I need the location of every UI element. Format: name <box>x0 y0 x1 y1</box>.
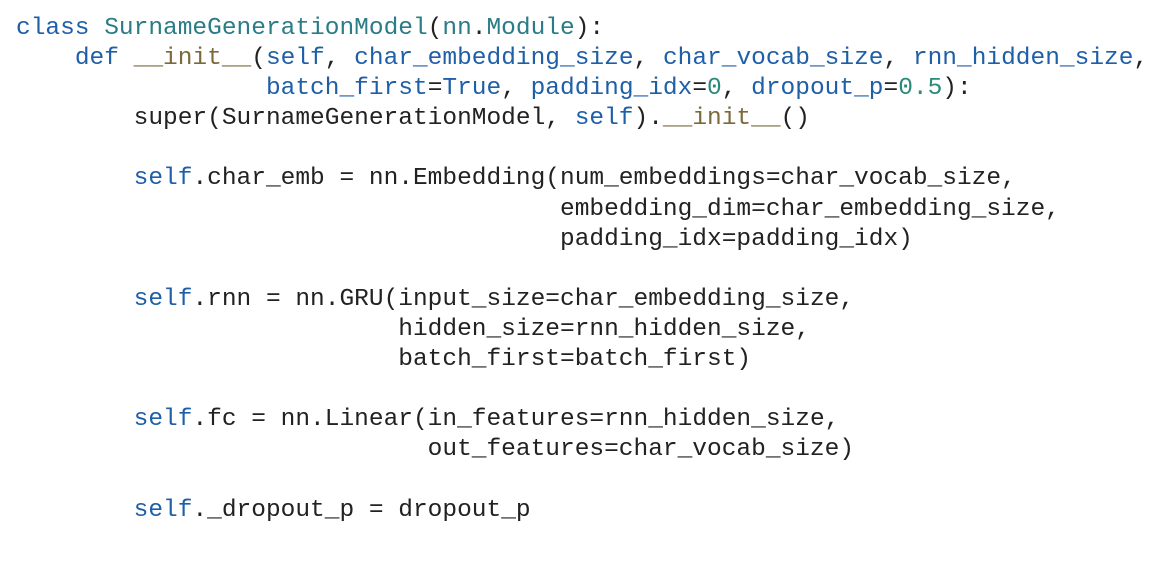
code-line: self.fc = nn.Linear(in_features=rnn_hidd… <box>16 405 1148 435</box>
code-token: Module <box>486 15 575 42</box>
code-token: .rnn = nn.GRU(input_size=char_embedding_… <box>192 285 855 313</box>
code-token: super(SurnameGenerationModel, <box>16 105 575 133</box>
code-token: .char_emb = nn.Embedding(num_embeddings=… <box>192 165 1016 193</box>
code-token: embedding_dim=char_embedding_size, <box>16 195 1060 223</box>
code-token: .fc = nn.Linear(in_features=rnn_hidden_s… <box>192 406 840 434</box>
code-token: 0 <box>707 75 722 103</box>
code-line: class SurnameGenerationModel(nn.Module): <box>16 14 1148 44</box>
code-token: ). <box>633 105 663 133</box>
code-token: ._dropout_p = dropout_p <box>192 496 531 524</box>
code-token: . <box>471 15 487 42</box>
code-line: padding_idx=padding_idx) <box>16 225 1148 255</box>
code-line: self.char_emb = nn.Embedding(num_embeddi… <box>16 164 1148 194</box>
code-line: batch_first=True, padding_idx=0, dropout… <box>16 74 1148 104</box>
code-token: 0.5 <box>898 75 943 103</box>
code-token: , <box>324 45 355 73</box>
code-token: = <box>692 75 708 103</box>
code-token: , <box>633 45 663 73</box>
code-token: , <box>721 75 752 103</box>
code-token: batch_first=batch_first) <box>16 346 752 374</box>
code-line: self.rnn = nn.GRU(input_size=char_embedd… <box>16 285 1148 315</box>
code-token: ( <box>427 15 443 42</box>
code-token: self <box>265 45 325 73</box>
code-token: SurnameGenerationModel <box>104 15 428 42</box>
code-token: ): <box>942 75 972 103</box>
code-token: __init__ <box>662 105 781 133</box>
code-token: padding_idx=padding_idx) <box>16 225 913 253</box>
code-token: = <box>883 75 899 103</box>
code-token: def <box>74 45 119 73</box>
code-token: char_vocab_size <box>662 45 884 73</box>
code-token: dropout_p <box>751 75 884 103</box>
code-line: batch_first=batch_first) <box>16 345 1148 375</box>
code-token: self <box>133 165 193 193</box>
code-token: , <box>1133 45 1149 73</box>
code-listing: class SurnameGenerationModel(nn.Module):… <box>16 14 1148 526</box>
code-line: hidden_size=rnn_hidden_size, <box>16 315 1148 345</box>
code-token: True <box>442 75 502 103</box>
code-token: class <box>16 15 90 42</box>
code-token: () <box>780 105 810 133</box>
code-token: , <box>883 45 913 73</box>
code-token: self <box>133 496 193 524</box>
code-token: hidden_size=rnn_hidden_size, <box>16 315 810 343</box>
code-token: nn <box>442 15 472 42</box>
code-token: __init__ <box>133 45 252 73</box>
code-token: char_embedding_size <box>354 45 634 73</box>
code-token: batch_first <box>265 75 428 103</box>
code-token: padding_idx <box>530 75 693 103</box>
code-token: self <box>133 285 193 313</box>
code-token: out_features=char_vocab_size) <box>16 436 855 464</box>
code-line: out_features=char_vocab_size) <box>16 435 1148 465</box>
code-token: = <box>427 75 443 103</box>
code-line: self._dropout_p = dropout_p <box>16 496 1148 526</box>
code-token: self <box>133 406 193 434</box>
code-line: embedding_dim=char_embedding_size, <box>16 195 1148 225</box>
code-token: rnn_hidden_size <box>912 45 1134 73</box>
code-token: ( <box>251 45 266 73</box>
code-line: super(SurnameGenerationModel, self).__in… <box>16 104 1148 134</box>
code-token: , <box>501 75 531 103</box>
code-token: self <box>574 105 634 133</box>
code-token: ): <box>574 15 605 42</box>
code-line: def __init__(self, char_embedding_size, … <box>16 44 1148 74</box>
